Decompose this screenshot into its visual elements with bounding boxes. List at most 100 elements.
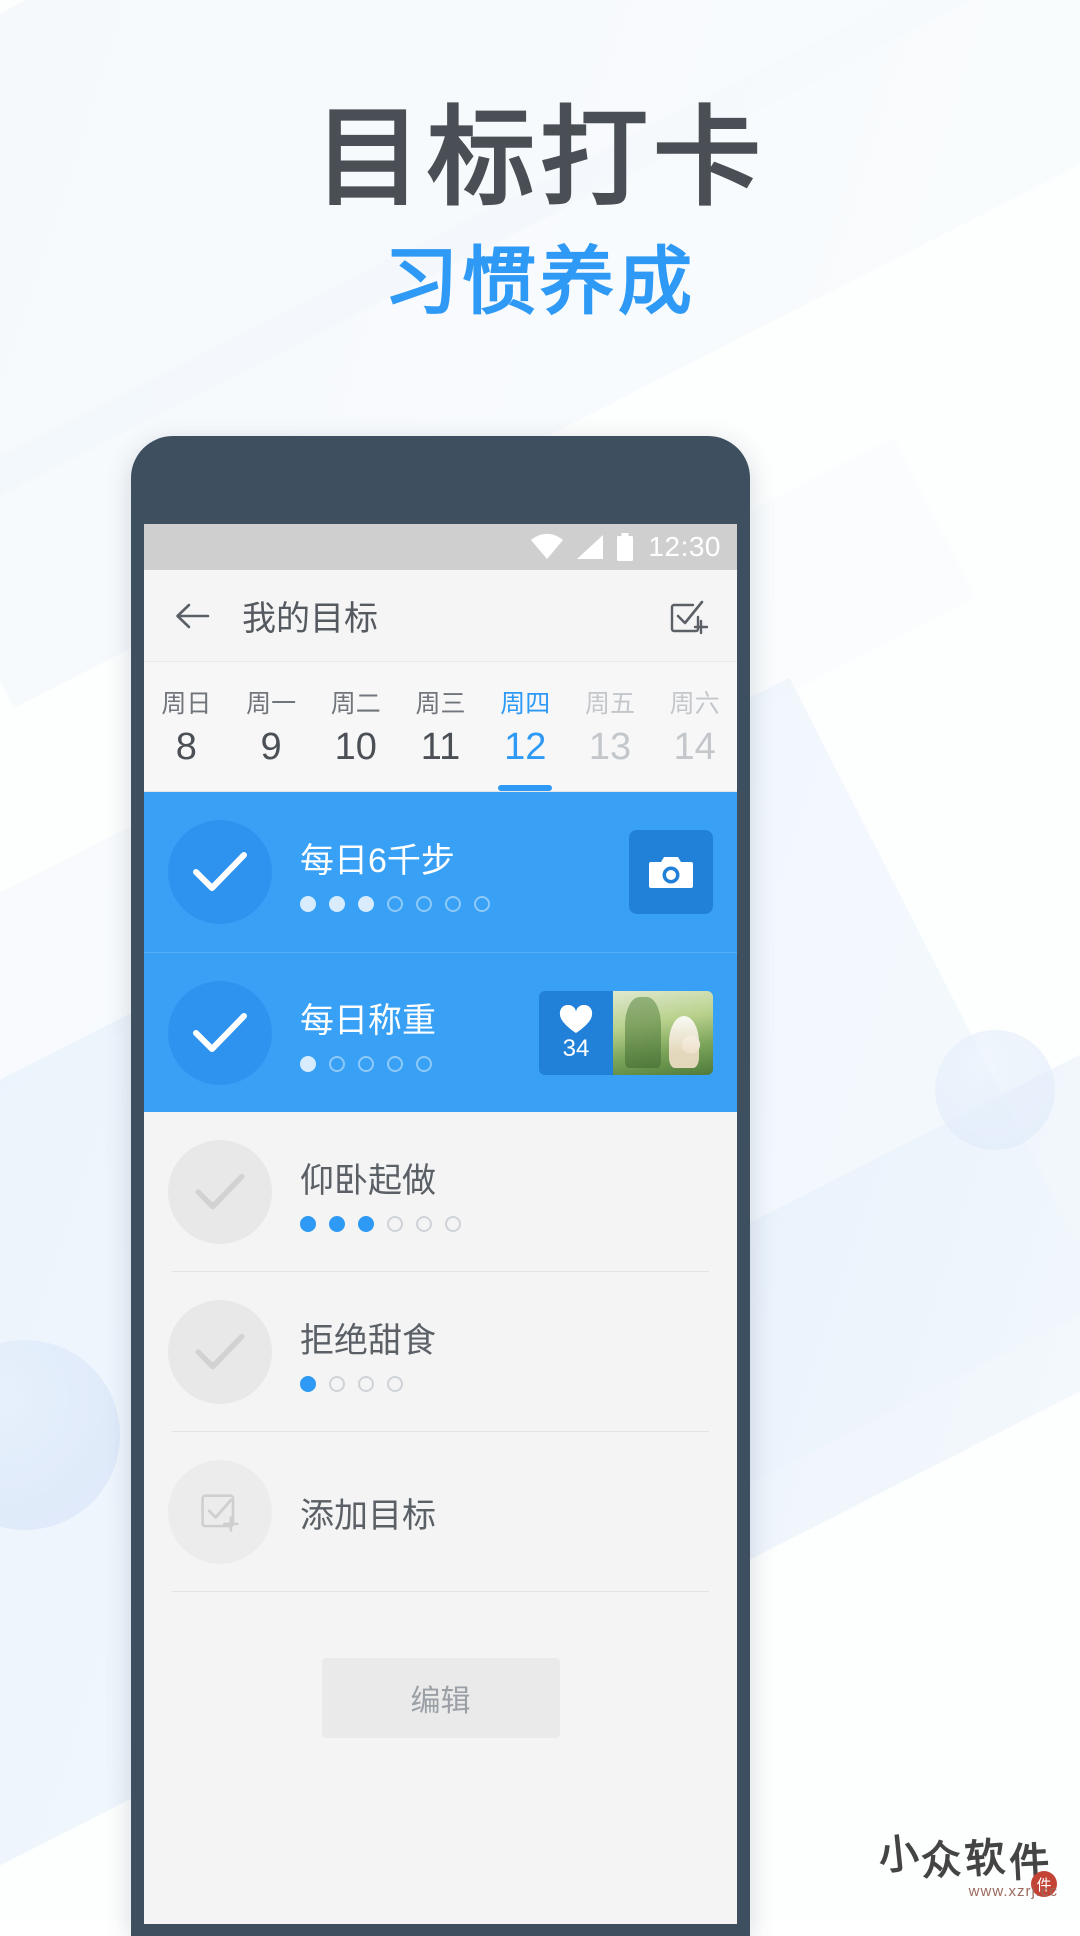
- goal-check-toggle[interactable]: [168, 1140, 272, 1244]
- goal-action: 34: [539, 990, 713, 1075]
- edit-button-area: 编辑: [144, 1592, 737, 1738]
- like-button[interactable]: 34: [539, 990, 613, 1075]
- progress-dot: [474, 895, 490, 912]
- day-label: 周日: [161, 690, 212, 718]
- progress-dot: [329, 1375, 345, 1392]
- goal-check-toggle[interactable]: [168, 1300, 272, 1404]
- app-bar: 我的目标: [144, 570, 737, 662]
- edit-button[interactable]: 编辑: [321, 1658, 560, 1738]
- progress-dot: [358, 1375, 374, 1392]
- progress-dot: [358, 1056, 374, 1072]
- goal-progress-dots: [300, 1215, 713, 1232]
- day-number: 10: [334, 726, 377, 768]
- poster-subtitle: 习惯养成: [384, 240, 696, 324]
- signal-icon: [577, 535, 604, 559]
- day-label: 周五: [584, 690, 635, 718]
- progress-dot: [416, 1215, 432, 1232]
- goal-row[interactable]: 每日称重 34: [144, 952, 737, 1112]
- goal-list: 每日6千步 每日称重 34 仰卧起做 拒绝甜食 添加目标: [144, 792, 737, 1592]
- back-arrow-icon[interactable]: [170, 594, 214, 638]
- progress-dot: [387, 1056, 403, 1072]
- goal-progress-dots: [300, 1056, 539, 1072]
- goal-title: 每日6千步: [300, 841, 455, 880]
- goal-check-toggle[interactable]: [168, 980, 272, 1085]
- day-tab-1[interactable]: 周一 9: [229, 662, 314, 791]
- goal-info: 每日称重: [300, 993, 539, 1072]
- progress-dot: [300, 1056, 316, 1072]
- day-tab-5[interactable]: 周五 13: [568, 662, 653, 791]
- progress-dot: [445, 895, 461, 912]
- status-bar-time: 12:30: [648, 531, 721, 562]
- goal-info: 仰卧起做: [300, 1153, 713, 1232]
- goal-row[interactable]: 每日6千步: [144, 792, 737, 952]
- check-icon: [193, 852, 247, 891]
- camera-button[interactable]: [629, 830, 713, 914]
- progress-dot: [445, 1215, 461, 1232]
- progress-dot: [329, 1215, 345, 1232]
- goal-progress-dots: [300, 1375, 713, 1392]
- goal-info: 每日6千步: [300, 833, 629, 912]
- battery-icon: [617, 533, 634, 561]
- status-bar: 12:30: [144, 524, 737, 570]
- goal-row[interactable]: 仰卧起做: [144, 1112, 737, 1272]
- add-checkbox-icon: [201, 1494, 239, 1532]
- add-goal-icon-wrap: [168, 1460, 272, 1564]
- progress-dot: [300, 895, 316, 912]
- day-label: 周四: [500, 690, 551, 718]
- page-title: 我的目标: [242, 600, 378, 638]
- progress-dot: [416, 895, 432, 912]
- progress-dot: [387, 895, 403, 912]
- day-label: 周六: [669, 690, 720, 718]
- progress-dot: [329, 1056, 345, 1072]
- check-icon: [193, 1012, 247, 1052]
- goal-action: [629, 830, 713, 914]
- day-number: 12: [504, 726, 547, 768]
- progress-dot: [358, 1215, 374, 1232]
- progress-dot: [387, 1215, 403, 1232]
- progress-dot: [358, 895, 374, 912]
- day-number: 14: [673, 726, 716, 768]
- day-label: 周一: [246, 690, 297, 718]
- poster-title: 目标打卡: [313, 97, 766, 218]
- goal-check-toggle[interactable]: [168, 820, 272, 924]
- day-tab-4-selected[interactable]: 周四 12: [483, 662, 568, 791]
- phone-mockup: 12:30 我的目标 周日 8 周一 9 周二 10 周三 11 周四 12 周…: [131, 436, 750, 1936]
- poster-headline: 目标打卡 习惯养成: [0, 96, 1080, 323]
- wifi-icon: [531, 534, 564, 559]
- progress-dot: [387, 1375, 403, 1392]
- day-label: 周二: [330, 690, 381, 718]
- day-number: 13: [588, 726, 632, 768]
- goal-title: 拒绝甜食: [300, 1321, 436, 1360]
- add-goal-row[interactable]: 添加目标: [144, 1432, 737, 1592]
- svg-text:软: 软: [963, 1834, 1007, 1882]
- progress-dot: [329, 895, 345, 912]
- day-tab-0[interactable]: 周日 8: [144, 662, 229, 791]
- photo-like-widget[interactable]: 34: [539, 990, 713, 1075]
- progress-dot: [416, 1056, 432, 1072]
- goal-info: 拒绝甜食: [300, 1313, 713, 1392]
- goal-row[interactable]: 拒绝甜食: [144, 1272, 737, 1432]
- progress-dot: [300, 1215, 316, 1232]
- check-icon: [195, 1333, 245, 1370]
- bg-circle-2: [935, 1030, 1055, 1150]
- svg-text:众: 众: [920, 1837, 963, 1885]
- goal-title: 每日称重: [300, 1002, 436, 1040]
- day-number: 9: [260, 726, 282, 768]
- goal-progress-dots: [300, 895, 629, 912]
- add-goal-label: 添加目标: [300, 1496, 436, 1535]
- day-number: 11: [420, 726, 461, 768]
- add-checkbox-icon[interactable]: [665, 593, 711, 639]
- phone-screen: 12:30 我的目标 周日 8 周一 9 周二 10 周三 11 周四 12 周…: [144, 524, 737, 1924]
- watermark-url: www.xzrj.cc: [968, 1883, 1058, 1900]
- day-strip[interactable]: 周日 8 周一 9 周二 10 周三 11 周四 12 周五 13 周六 14: [144, 662, 737, 792]
- goal-photo-thumbnail[interactable]: [613, 990, 713, 1075]
- day-number: 8: [175, 726, 197, 768]
- day-tab-2[interactable]: 周二 10: [313, 662, 398, 791]
- day-tab-3[interactable]: 周三 11: [398, 662, 483, 791]
- camera-icon: [649, 857, 693, 888]
- like-count: 34: [562, 1034, 590, 1062]
- day-tab-6[interactable]: 周六 14: [652, 662, 737, 791]
- heart-icon: [559, 1004, 593, 1033]
- goal-title: 仰卧起做: [300, 1161, 436, 1200]
- progress-dot: [300, 1375, 316, 1392]
